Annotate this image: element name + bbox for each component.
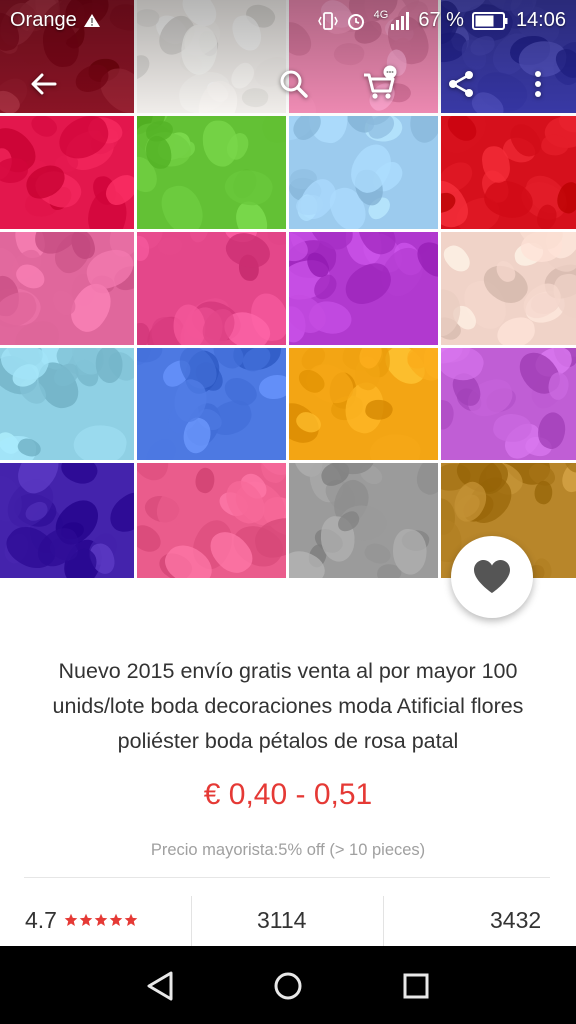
- petal-shape: [193, 466, 218, 496]
- carrier-group: Orange: [10, 9, 101, 32]
- arrow-left-icon: [31, 73, 57, 95]
- petal-tile: [441, 348, 576, 460]
- petal-tile: [441, 232, 576, 345]
- more-vertical-icon: [535, 71, 541, 97]
- search-button[interactable]: [272, 62, 316, 106]
- petal-shape: [367, 429, 423, 460]
- share-button[interactable]: [439, 62, 483, 106]
- petal-shape: [441, 241, 474, 277]
- petal-tile: [441, 116, 576, 229]
- product-price: € 0,40 - 0,51: [203, 778, 373, 811]
- cart-icon: [364, 65, 397, 99]
- petal-shape: [71, 420, 129, 460]
- petal-shape: [157, 179, 208, 229]
- rating-value: 4.7: [25, 906, 57, 933]
- network-type: 4G: [373, 8, 389, 21]
- petal-tile: [137, 116, 286, 229]
- status-icons: 4G 67 % 14:06: [317, 8, 566, 32]
- orders-count: 3114: [257, 906, 307, 933]
- vibrate-icon: [317, 11, 338, 30]
- product-stats: 4.7 3114 3432: [0, 896, 576, 948]
- petal-tile: [137, 348, 286, 460]
- back-button[interactable]: [22, 62, 66, 106]
- orders-stat[interactable]: 3114: [257, 896, 306, 944]
- nav-back-button[interactable]: [140, 966, 180, 1006]
- stat-divider: [383, 896, 384, 948]
- petal-shape: [411, 463, 438, 499]
- wishlist-count: 3432: [490, 906, 542, 933]
- signal-icon: [391, 11, 410, 30]
- petal-shape: [56, 463, 102, 490]
- petal-shape: [404, 116, 438, 147]
- petal-shape: [137, 463, 173, 485]
- petal-shape: [157, 236, 183, 257]
- carrier-name: Orange: [10, 9, 77, 31]
- petal-shape: [148, 480, 199, 533]
- petal-shape: [186, 232, 213, 246]
- alarm-icon: [347, 13, 364, 30]
- petal-tile: [289, 116, 438, 229]
- stat-divider: [191, 896, 192, 948]
- petal-shape: [257, 116, 286, 148]
- battery-icon: [471, 11, 508, 30]
- petal-tile: [289, 232, 438, 345]
- clock: 14:06: [515, 9, 566, 31]
- system-nav-bar: [0, 946, 576, 1024]
- status-bar: Orange 4G 67 % 14:06: [0, 0, 576, 40]
- wholesale-price-note: Precio mayorista:5% off (> 10 pieces): [150, 841, 426, 859]
- petal-tile: [289, 463, 438, 578]
- heart-icon: [474, 560, 510, 593]
- petal-tile: [0, 463, 134, 578]
- square-recents-icon: [403, 973, 429, 999]
- petal-shape: [102, 486, 134, 539]
- rating-stat[interactable]: 4.7: [25, 896, 138, 944]
- divider: [24, 877, 550, 878]
- nav-recents-button[interactable]: [396, 966, 436, 1006]
- petal-tile: [289, 348, 438, 460]
- petal-shape: [220, 164, 276, 212]
- triangle-back-icon: [147, 971, 173, 1001]
- share-icon: [449, 71, 473, 97]
- petal-tile: [0, 116, 134, 229]
- star-icon: [124, 913, 138, 926]
- favorite-button[interactable]: [451, 536, 533, 618]
- search-icon: [280, 70, 308, 98]
- circle-home-icon: [274, 972, 302, 1000]
- wishlist-stat[interactable]: 3432: [490, 896, 541, 944]
- cart-button[interactable]: [358, 62, 402, 106]
- petal-shape: [203, 120, 239, 167]
- battery-percent: 67 %: [418, 9, 464, 31]
- petal-shape: [259, 374, 286, 400]
- petal-tile: [137, 232, 286, 345]
- petal-shape: [441, 398, 456, 432]
- petal-tile: [0, 348, 134, 460]
- star-icon: [79, 913, 93, 926]
- nav-home-button[interactable]: [268, 966, 308, 1006]
- petal-tile: [137, 463, 286, 578]
- petal-shape: [137, 323, 151, 345]
- product-title: Nuevo 2015 envío gratis venta al por may…: [52, 659, 524, 753]
- petal-shape: [295, 194, 323, 216]
- petal-shape: [137, 348, 164, 364]
- petal-shape: [140, 434, 182, 460]
- petal-shape: [441, 348, 488, 386]
- star-icon: [109, 913, 123, 926]
- more-options-button[interactable]: [516, 62, 560, 106]
- alert-icon: [83, 13, 100, 27]
- rating-stars: [64, 913, 138, 927]
- star-icon: [64, 913, 78, 926]
- star-icon: [94, 913, 108, 926]
- petal-shape: [0, 157, 30, 184]
- petal-tile: [0, 232, 134, 345]
- petal-shape: [137, 519, 166, 559]
